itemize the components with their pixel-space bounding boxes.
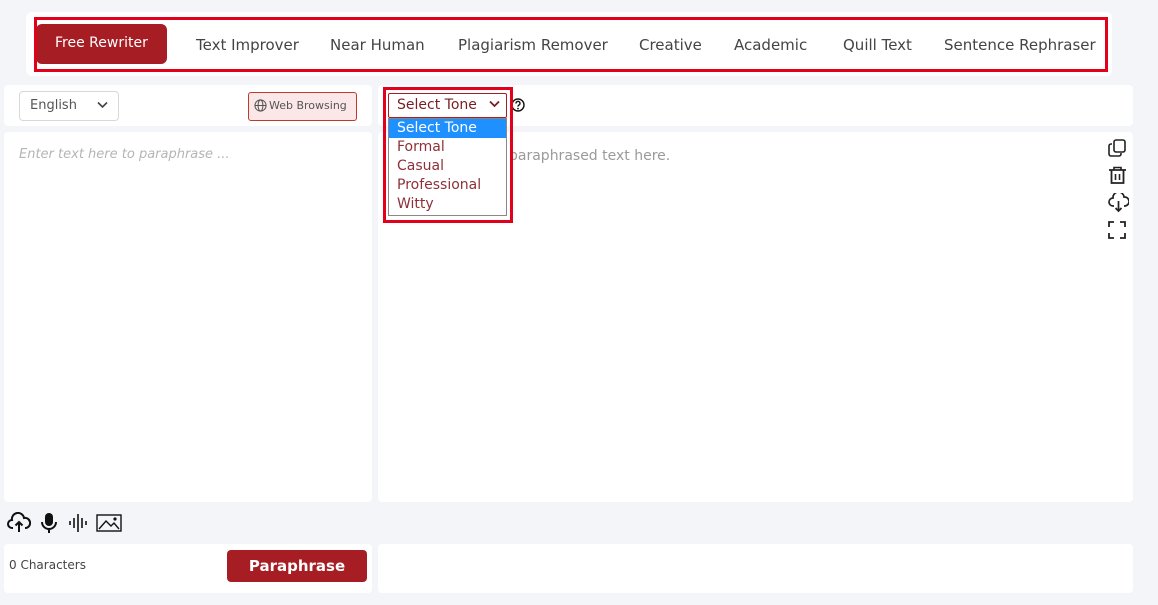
input-placeholder: Enter text here to paraphrase ... [19,147,230,162]
language-select[interactable]: English [19,91,119,121]
chevron-down-icon [97,101,108,109]
web-browsing-label: Web Browsing [269,99,347,112]
globe-icon [254,99,267,112]
web-browsing-button[interactable]: Web Browsing [248,92,357,121]
copy-icon[interactable] [1108,139,1127,157]
audio-wave-icon[interactable] [68,512,90,534]
upload-icon[interactable] [7,512,31,534]
image-icon[interactable] [96,512,122,534]
trash-icon[interactable] [1108,166,1127,185]
microphone-icon[interactable] [40,512,58,534]
input-text-area[interactable] [4,132,372,502]
output-footer [378,544,1133,593]
tabs-highlight-outline [34,17,1108,72]
language-value: English [30,98,77,113]
paraphrase-button[interactable]: Paraphrase [227,550,367,582]
download-icon[interactable] [1108,193,1129,213]
tone-highlight-outline [383,87,513,223]
fullscreen-icon[interactable] [1108,221,1126,239]
character-count: 0 Characters [9,558,86,572]
help-icon[interactable] [511,98,525,112]
output-placeholder: paraphrased text here. [509,148,671,164]
